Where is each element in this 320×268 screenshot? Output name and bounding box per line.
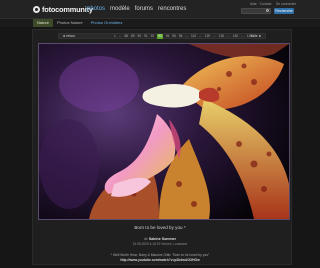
subnav-nature[interactable]: Nature: [33, 19, 54, 27]
page-list: 1... 88 89 90 91 92 93 94 95 96... 110... 120... 130…: [114, 34, 254, 39]
page-link: ...: [199, 34, 202, 38]
page-link[interactable]: 140: [233, 34, 238, 39]
youtube-link[interactable]: http://www.youtube.com/watch?v=p2b4wd/JO…: [0, 258, 320, 262]
main-nav: photos modèle forums rencontres: [87, 6, 186, 12]
page-link[interactable]: 110: [191, 34, 196, 39]
sub-header: Nature Photos Nature Photos Orchidées: [0, 19, 320, 27]
site-logo[interactable]: fotocommunity: [33, 5, 93, 14]
orchid-photo-image: [39, 44, 289, 219]
logo-text: fotocommunity: [42, 5, 93, 14]
subnav-photos-nature[interactable]: Photos Nature: [53, 19, 87, 27]
page-link: ...: [227, 34, 230, 38]
page-link[interactable]: 90: [138, 34, 142, 39]
page-link[interactable]: 93: [157, 34, 163, 39]
page-link[interactable]: 130: [219, 34, 224, 39]
next-link[interactable]: suite ►: [251, 34, 262, 39]
page-link: ...: [118, 34, 122, 38]
search-icon: [266, 9, 269, 12]
page-link[interactable]: 1: [114, 34, 116, 39]
photo-description: * Well Worth Hear; Barry & Maurice Gibb:…: [110, 253, 210, 257]
author-prefix: de: [143, 237, 148, 241]
prev-link[interactable]: ◄ retour: [62, 34, 75, 39]
author-name[interactable]: Sabine Sommer: [149, 237, 176, 241]
top-header: fotocommunity photos modèle forums renco…: [0, 0, 320, 19]
search-input[interactable]: [241, 8, 271, 14]
login-link[interactable]: Se connecter: [276, 2, 296, 6]
nav-modele[interactable]: modèle: [110, 6, 130, 12]
page-link[interactable]: 92: [151, 34, 155, 39]
help-link[interactable]: Aide · Contact: [250, 2, 272, 6]
page-link: ...: [241, 34, 244, 38]
nav-rencontres[interactable]: rencontres: [158, 6, 186, 12]
page-link[interactable]: 88: [124, 34, 128, 39]
photo-title: Born to be loved by you *: [134, 225, 186, 230]
page-link[interactable]: 94: [166, 34, 170, 39]
photo-date: 16.08.2009 à 16:19 Heures, Lousanne: [132, 242, 188, 246]
search-button[interactable]: Recherche: [274, 8, 294, 14]
nav-photos[interactable]: photos: [87, 6, 105, 12]
photo-author: de Sabine Sommer: [0, 237, 320, 241]
page-link: ...: [185, 34, 189, 38]
page-link[interactable]: 89: [131, 34, 135, 39]
nav-forums[interactable]: forums: [135, 6, 153, 12]
page-link: ...: [213, 34, 216, 38]
logo-icon: [33, 6, 40, 13]
pagination-bar: ◄ retour 1... 88 89 90 91 92 93 94 95 96... 110...…: [58, 33, 266, 39]
page-link[interactable]: 95: [172, 34, 176, 39]
main-photo[interactable]: [38, 43, 290, 220]
page-link[interactable]: 96: [179, 34, 183, 39]
breadcrumb: Nature Photos Nature Photos Orchidées: [33, 19, 126, 27]
subnav-photos-orchidees[interactable]: Photos Orchidées: [87, 19, 127, 27]
page-link[interactable]: 120: [205, 34, 210, 39]
page-link[interactable]: 91: [144, 34, 148, 39]
